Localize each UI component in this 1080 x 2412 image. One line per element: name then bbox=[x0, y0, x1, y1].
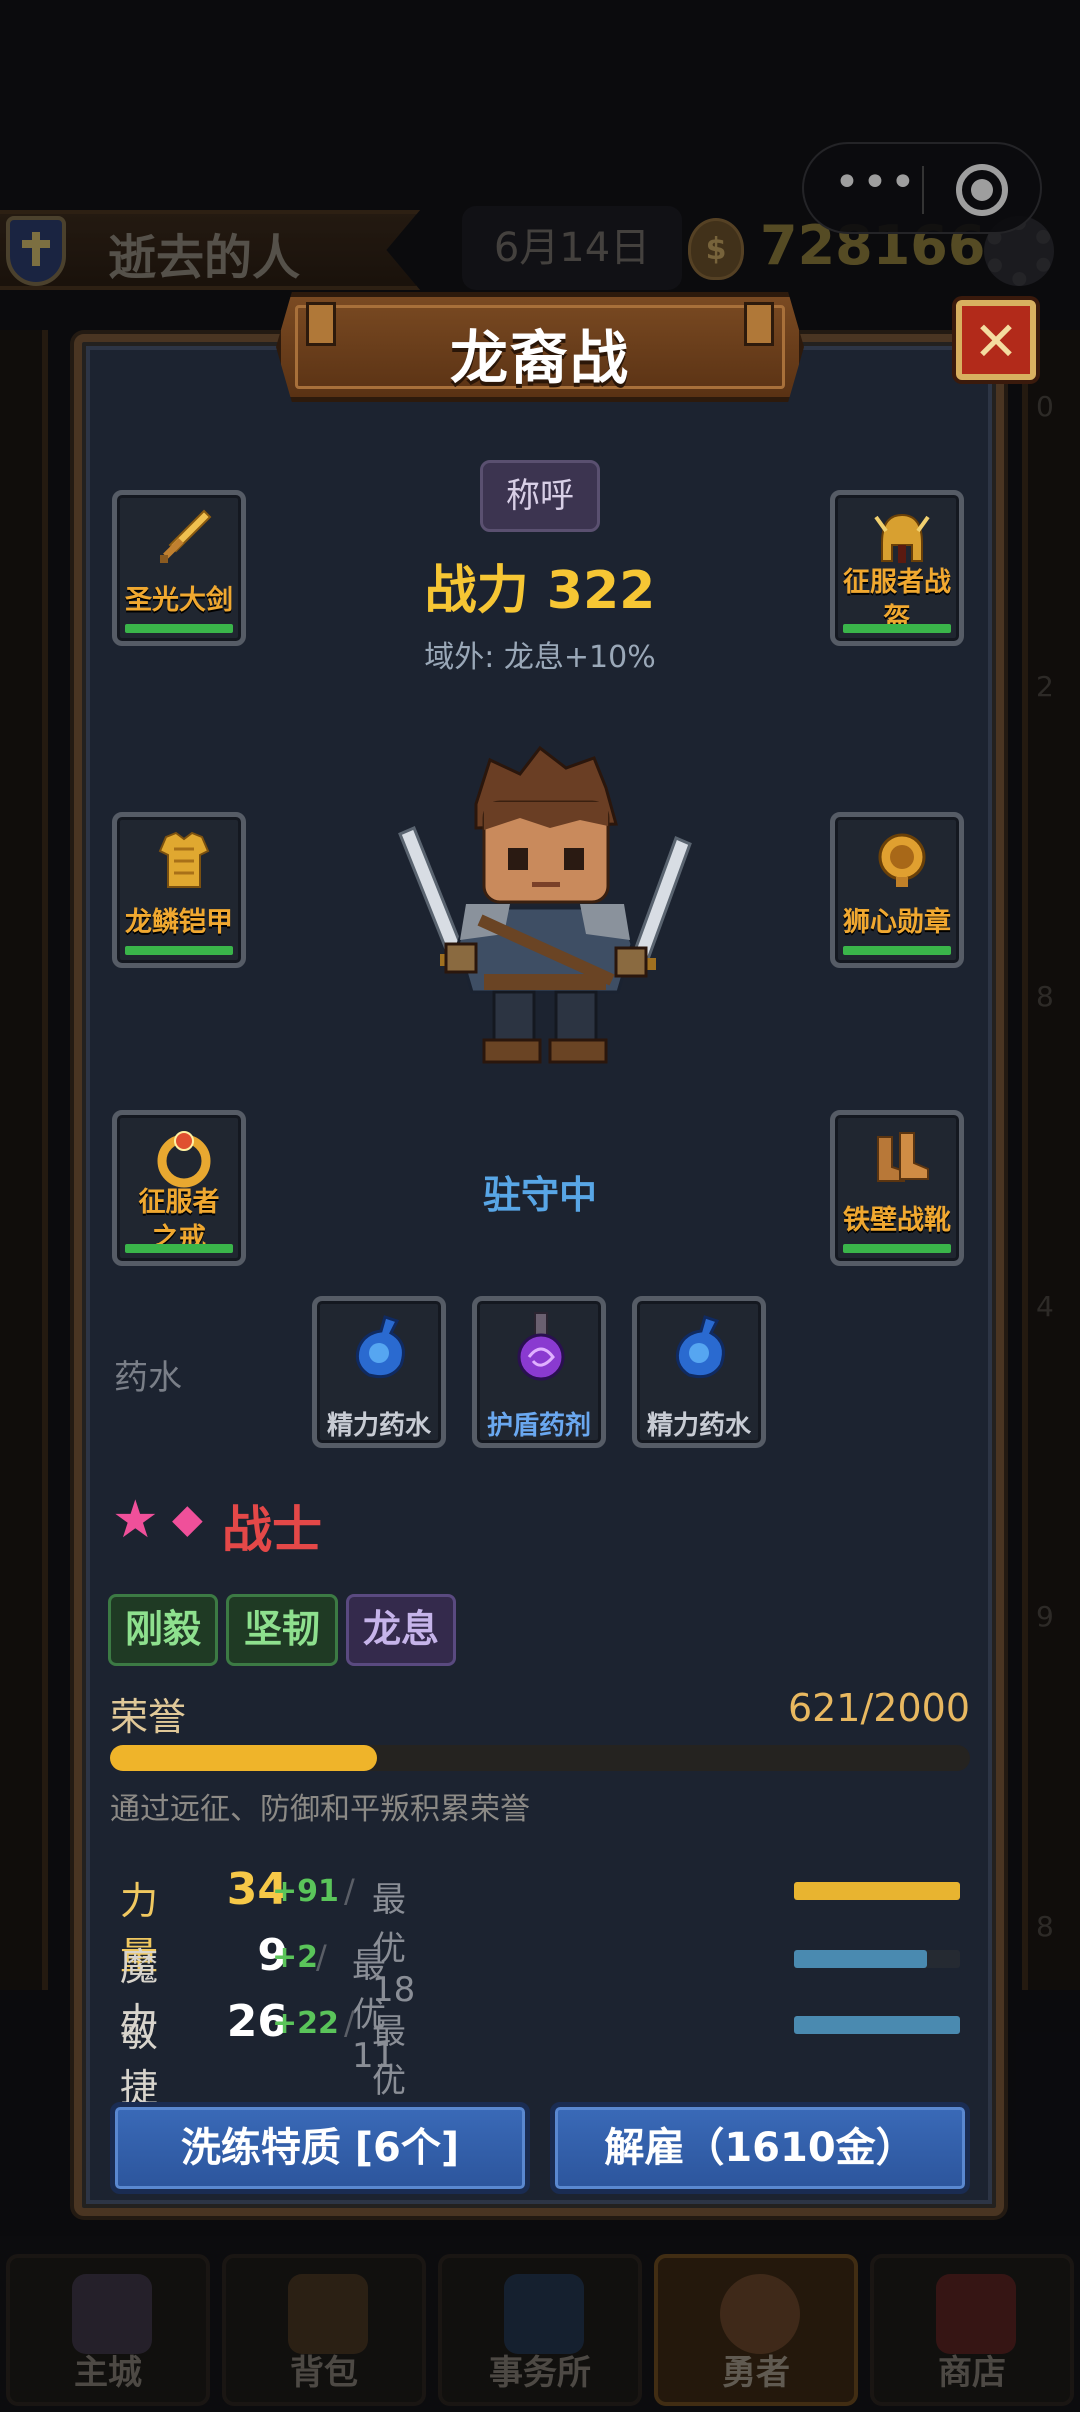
diamond-icon: ◆ bbox=[172, 1496, 203, 1542]
potions-label: 药水 bbox=[114, 1358, 182, 1398]
blue-potion-icon bbox=[675, 1315, 725, 1379]
hero-status: 驻守中 bbox=[482, 1173, 597, 1217]
helmet-icon bbox=[874, 513, 930, 563]
trait-tag[interactable]: 刚毅 bbox=[108, 1594, 218, 1666]
hero-class-name: 战士 bbox=[222, 1501, 322, 1559]
stat-bar-strength bbox=[794, 1882, 960, 1900]
dismiss-hero-button[interactable]: 解雇（1610金） bbox=[550, 2102, 970, 2194]
stat-slash: / bbox=[316, 1938, 327, 1976]
reroll-traits-button[interactable]: 洗练特质 [6个] bbox=[110, 2102, 530, 2194]
equip-slot-armor[interactable]: 龙鳞铠甲 bbox=[112, 812, 246, 968]
stat-name: 敏捷 bbox=[120, 2011, 159, 2110]
close-button[interactable]: ✕ bbox=[956, 300, 1036, 380]
durability-bar bbox=[843, 1244, 951, 1253]
honor-description: 通过远征、防御和平叛积累荣誉 bbox=[110, 1792, 530, 1827]
stat-bonus: +22 bbox=[272, 2006, 339, 2041]
purple-potion-icon bbox=[517, 1312, 565, 1381]
medal-icon bbox=[878, 833, 926, 887]
close-icon: ✕ bbox=[973, 310, 1019, 373]
equip-slot-medal[interactable]: 狮心勋章 bbox=[830, 812, 964, 968]
equip-name: 龙鳞铠甲 bbox=[125, 907, 233, 938]
stat-slash: / bbox=[344, 1872, 355, 1910]
potion-slot[interactable]: 精力药水 bbox=[632, 1296, 766, 1448]
armor-icon bbox=[158, 831, 210, 888]
potion-name: 精力药水 bbox=[326, 1411, 431, 1441]
hero-name-title: 龙裔战 bbox=[449, 324, 630, 392]
honor-progress-fill bbox=[110, 1745, 378, 1771]
stat-bar-fill bbox=[794, 1950, 927, 1968]
equip-slot-helmet[interactable]: 征服者战盔 bbox=[830, 490, 964, 646]
stat-bonus: +2 bbox=[272, 1940, 319, 1975]
blue-potion-icon bbox=[355, 1315, 405, 1379]
honor-label: 荣誉 bbox=[110, 1695, 187, 1739]
banner-ornament-icon bbox=[744, 302, 774, 346]
equip-name: 狮心勋章 bbox=[843, 907, 951, 938]
title-chip[interactable]: 称呼 bbox=[480, 460, 600, 532]
honor-progress-bar bbox=[110, 1745, 970, 1771]
potion-slot[interactable]: 精力药水 bbox=[312, 1296, 446, 1448]
durability-bar bbox=[125, 624, 233, 633]
potion-name: 护盾药剂 bbox=[486, 1411, 591, 1441]
title-banner: 龙裔战 bbox=[276, 292, 804, 402]
stat-bonus: +91 bbox=[272, 1874, 339, 1909]
status-bar-area bbox=[0, 0, 1080, 118]
potion-name: 精力药水 bbox=[646, 1411, 751, 1441]
durability-bar bbox=[125, 1244, 233, 1253]
durability-bar bbox=[843, 624, 951, 633]
hero-sprite bbox=[398, 745, 692, 1064]
trait-tag[interactable]: 龙息 bbox=[346, 1594, 456, 1666]
stat-slash: / bbox=[344, 2004, 355, 2042]
equip-slot-weapon[interactable]: 圣光大剑 bbox=[112, 490, 246, 646]
stat-bar-agility bbox=[794, 2016, 960, 2034]
potion-slot[interactable]: 护盾药剂 bbox=[472, 1296, 606, 1448]
banner-ornament-icon bbox=[306, 302, 336, 346]
durability-bar bbox=[125, 946, 233, 955]
trait-tag[interactable]: 坚韧 bbox=[226, 1594, 338, 1666]
equip-name: 圣光大剑 bbox=[125, 585, 233, 616]
sword-icon bbox=[160, 509, 212, 563]
star-icon: ★ bbox=[112, 1490, 159, 1550]
stat-bar-magic bbox=[794, 1950, 960, 1968]
stat-bar-fill bbox=[794, 1882, 960, 1900]
stat-bar-fill bbox=[794, 2016, 960, 2034]
durability-bar bbox=[843, 946, 951, 955]
honor-value: 621/2000 bbox=[787, 1686, 970, 1730]
